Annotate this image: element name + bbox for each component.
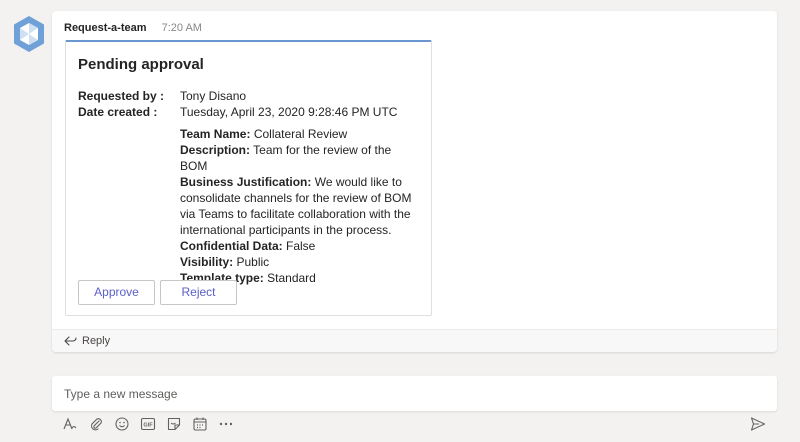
business-justification-label: Business Justification:	[180, 175, 312, 189]
schedule-meeting-icon[interactable]	[192, 416, 208, 432]
approval-card: Pending approval Requested by : Tony Dis…	[65, 40, 432, 316]
hexagon-logo-icon	[14, 16, 44, 52]
svg-text:GIF: GIF	[143, 423, 153, 429]
confidential-data-value: False	[286, 239, 316, 253]
description-label: Description:	[180, 143, 251, 157]
reply-arrow-icon	[64, 336, 77, 346]
card-title: Pending approval	[78, 56, 204, 73]
emoji-icon[interactable]	[114, 416, 130, 432]
bot-avatar[interactable]	[10, 15, 48, 53]
message-timestamp: 7:20 AM	[161, 22, 202, 34]
compose-box	[52, 376, 777, 411]
gif-icon[interactable]: GIF	[140, 416, 156, 432]
message-thread: Request-a-team 7:20 AM Pending approval …	[52, 11, 777, 352]
teams-chat-view: Request-a-team 7:20 AM Pending approval …	[0, 0, 800, 442]
message-input[interactable]	[52, 376, 777, 411]
date-created-label: Date created :	[78, 105, 158, 119]
description-row: Description: Team for the review of the …	[180, 142, 420, 174]
template-type-value: Standard	[267, 271, 316, 285]
sender-name[interactable]: Request-a-team	[64, 22, 147, 34]
message-header: Request-a-team 7:20 AM	[64, 22, 202, 34]
more-options-icon[interactable]	[218, 416, 234, 432]
sticker-icon[interactable]	[166, 416, 182, 432]
request-details: Team Name: Collateral Review Description…	[180, 126, 420, 286]
date-created-value: Tuesday, April 23, 2020 9:28:46 PM UTC	[180, 105, 398, 119]
visibility-value: Public	[236, 255, 270, 269]
visibility-label: Visibility:	[180, 255, 234, 269]
requested-by-label: Requested by :	[78, 89, 165, 103]
reply-label[interactable]: Reply	[82, 335, 110, 347]
approve-button[interactable]: Approve	[78, 280, 155, 305]
reject-button[interactable]: Reject	[160, 280, 237, 305]
confidential-data-label: Confidential Data:	[180, 239, 283, 253]
reply-row[interactable]: Reply	[52, 329, 777, 352]
format-icon[interactable]	[62, 416, 78, 432]
team-name-value: Collateral Review	[253, 127, 348, 141]
team-name-label: Team Name:	[180, 127, 251, 141]
attach-icon[interactable]	[88, 416, 104, 432]
visibility-row: Visibility: Public	[180, 254, 420, 270]
team-name-row: Team Name: Collateral Review	[180, 126, 420, 142]
confidential-data-row: Confidential Data: False	[180, 238, 420, 254]
requested-by-value: Tony Disano	[180, 89, 247, 103]
send-icon[interactable]	[750, 416, 766, 432]
business-justification-row: Business Justification: We would like to…	[180, 174, 420, 238]
